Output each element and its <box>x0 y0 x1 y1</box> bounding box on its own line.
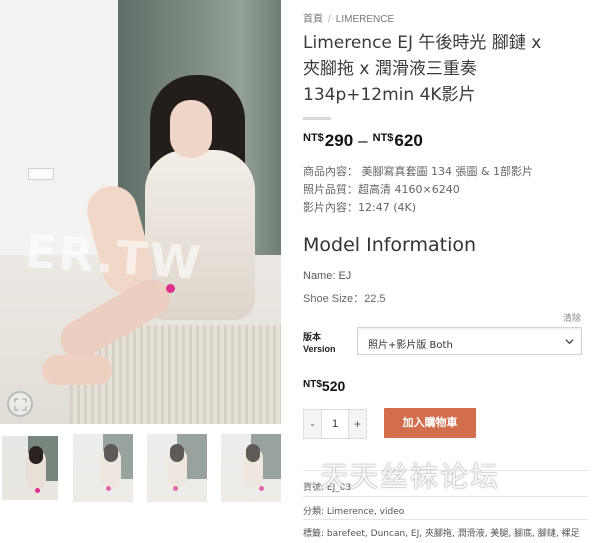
model-shoe-size: Shoe Size：22.5 <box>303 293 386 305</box>
version-label-en: Version <box>303 344 336 354</box>
product-title: Limerence EJ 午後時光 腳鏈 x 夾腳拖 x 潤滑液三重奏 134p… <box>303 30 588 108</box>
version-label: 版本 Version <box>303 331 336 355</box>
product-short-description: 商品內容： 美腳寫真套圖 134 張圖 & 1部影片 照片品質：超高清 4160… <box>303 163 533 217</box>
meta-divider <box>303 519 588 520</box>
breadcrumb-category-link[interactable]: LIMERENCE <box>336 14 394 25</box>
quantity-plus-button[interactable]: + <box>349 410 366 438</box>
zoom-button[interactable] <box>7 391 33 417</box>
description-line: 照片品質：超高清 4160×6240 <box>303 183 460 196</box>
selected-price-currency: NT$ <box>303 379 322 390</box>
thumbnail-4[interactable] <box>221 434 281 502</box>
price-currency: NT$ <box>372 132 394 144</box>
quantity-minus-button[interactable]: - <box>304 410 321 438</box>
photo-model-foot <box>42 355 112 385</box>
breadcrumb: 首頁 / LIMERENCE <box>303 10 394 25</box>
product-title-line: 夾腳拖 x 潤滑液三重奏 <box>303 59 477 79</box>
price-max: 620 <box>394 131 423 150</box>
description-line: 影片內容：12:47 (4K) <box>303 201 416 214</box>
zoom-icon <box>13 397 27 411</box>
add-to-cart-button[interactable]: 加入購物車 <box>384 408 476 438</box>
model-info-heading: Model Information <box>303 234 477 256</box>
title-divider <box>303 117 331 120</box>
product-categories: 分類: Limerence, video <box>303 507 405 517</box>
chevron-down-icon <box>565 339 574 345</box>
watermark-dot <box>166 284 175 293</box>
forum-watermark: 天天丝袜论坛 <box>320 460 501 493</box>
thumbnail-2[interactable] <box>73 434 133 502</box>
selected-price-amount: 520 <box>321 378 346 394</box>
product-tags: 標籤: barefeet, Duncan, EJ, 夾腳拖, 潤滑液, 美腿, … <box>303 529 580 539</box>
price-currency: NT$ <box>303 132 324 144</box>
description-line: 商品內容： 美腳寫真套圖 134 張圖 & 1部影片 <box>303 165 534 178</box>
meta-divider <box>303 496 588 497</box>
product-main-image[interactable]: ER.TW <box>0 0 281 424</box>
breadcrumb-separator: / <box>328 14 331 25</box>
version-select-value: 照片+影片版 Both <box>368 340 453 351</box>
price-dash: – <box>358 131 368 150</box>
thumbnail-3[interactable] <box>147 434 207 502</box>
model-name: Name: EJ <box>303 270 352 282</box>
quantity-input[interactable]: 1 <box>321 410 349 438</box>
photo-socket <box>28 168 54 180</box>
price-range: NT$290– NT$620 <box>303 131 423 151</box>
price-min: 290 <box>324 131 354 150</box>
product-title-line: Limerence EJ 午後時光 腳鏈 x <box>303 33 542 53</box>
thumbnail-strip <box>0 434 281 502</box>
version-label-zh: 版本 <box>303 332 322 342</box>
clear-selection-link[interactable]: 清除 <box>563 311 581 324</box>
selected-variation-price: NT$520 <box>303 378 345 394</box>
product-title-line: 134p+12min 4K影片 <box>303 85 476 105</box>
version-select[interactable]: 照片+影片版 Both <box>357 327 582 355</box>
photo-model-face <box>170 100 212 158</box>
quantity-stepper: - 1 + <box>303 409 367 439</box>
breadcrumb-home-link[interactable]: 首頁 <box>303 10 323 25</box>
thumbnail-1[interactable] <box>0 434 60 502</box>
